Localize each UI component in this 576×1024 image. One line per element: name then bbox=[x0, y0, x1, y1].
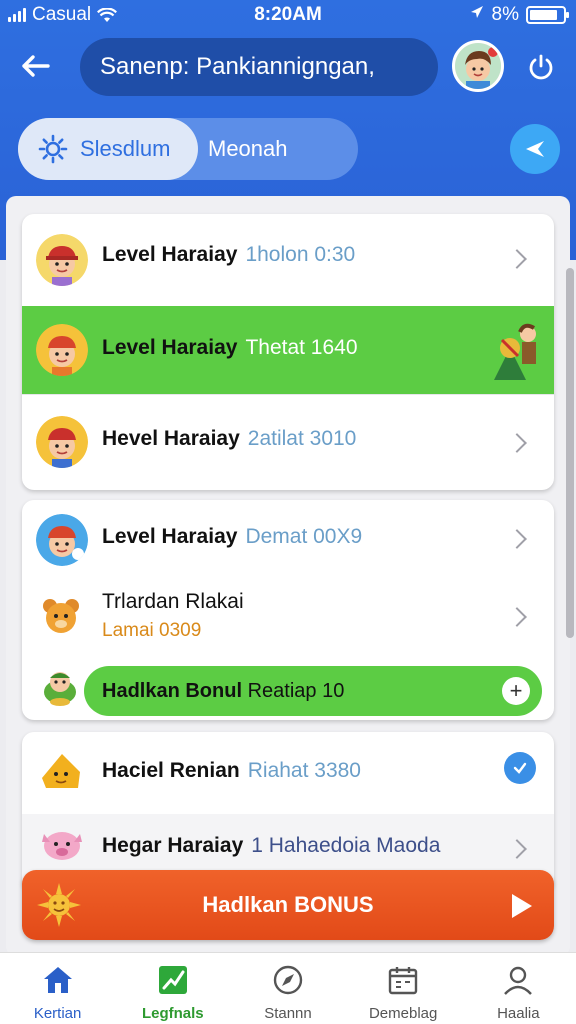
sun-gear-icon bbox=[38, 134, 68, 164]
power-button[interactable] bbox=[518, 44, 564, 90]
chevron-right-icon bbox=[507, 839, 527, 859]
level-card-3: Haciel Renian Riahat 3380 Hegar Haraiay 1 … bbox=[22, 732, 554, 892]
bonus-title: Hadlkan Bonul bbox=[102, 679, 243, 702]
profile-icon bbox=[501, 963, 535, 997]
nav-label: Demeblag bbox=[368, 1005, 438, 1022]
status-bar: Casual 8:20AM 8% bbox=[0, 0, 576, 30]
level-card-2: Level Haraiay Demat 00X9 Trlardan Rlakai … bbox=[22, 500, 554, 720]
search-text: Sanenp: Pankiannigngan, bbox=[100, 53, 375, 80]
battery-icon bbox=[526, 6, 569, 24]
turtle-icon bbox=[38, 666, 82, 710]
row-title: Hevel Haraiay bbox=[102, 427, 240, 450]
chevron-right-icon bbox=[507, 433, 527, 453]
list-item[interactable]: Hevel Haraiay 2atilat 3010 bbox=[22, 396, 554, 490]
row-title: Haciel Renian bbox=[102, 759, 240, 782]
nav-label: Stannn bbox=[264, 1005, 312, 1022]
search-field[interactable]: Sanenp: Pankiannigngan, bbox=[80, 38, 438, 96]
toggle-option-left[interactable]: Slesdlum bbox=[18, 118, 198, 180]
back-button[interactable] bbox=[14, 48, 56, 84]
power-icon bbox=[529, 54, 553, 80]
play-icon bbox=[512, 894, 532, 918]
mode-toggle[interactable]: Slesdlum Meonah bbox=[18, 118, 358, 180]
row-subtitle: 1 Hahaedoia Maoda bbox=[251, 834, 441, 857]
row-subtitle: Demat 00X9 bbox=[245, 525, 363, 548]
nav-item-calendar[interactable]: Demeblag bbox=[346, 953, 461, 1024]
row-subtitle: Thetat 1640 bbox=[245, 336, 358, 359]
kid-avatar-icon bbox=[455, 43, 501, 89]
toggle-left-label: Slesdlum bbox=[80, 136, 171, 161]
add-bonus-button[interactable]: + bbox=[502, 677, 530, 705]
bear-icon bbox=[38, 594, 84, 640]
row-title: Trlardan Rlakai bbox=[102, 590, 244, 613]
row-subtitle: Riahat 3380 bbox=[247, 759, 361, 782]
cheese-character-icon bbox=[38, 748, 84, 794]
bonus-claim-bar[interactable]: Hadlkan Bonul Reatiap 10 + bbox=[84, 666, 542, 716]
list-item[interactable]: Trlardan Rlakai Lamai 0309 bbox=[22, 576, 554, 658]
nav-label: Kertian bbox=[33, 1005, 82, 1022]
chevron-right-icon bbox=[507, 249, 527, 269]
send-icon bbox=[526, 141, 544, 157]
trophy-character-icon bbox=[488, 318, 544, 382]
plus-icon: + bbox=[509, 678, 523, 703]
nav-label: Legfnals bbox=[141, 1005, 204, 1022]
nav-item-chart[interactable]: Legfnals bbox=[115, 953, 230, 1024]
nav-item-profile[interactable]: Haalia bbox=[461, 953, 576, 1024]
list-item[interactable]: Haciel Renian Riahat 3380 bbox=[22, 732, 554, 812]
chevron-right-icon bbox=[507, 529, 527, 549]
level-card-1: Level Haraiay 1holon 0:30 Level Haraiay Th… bbox=[22, 214, 554, 490]
row-subtitle: 2atilat 3010 bbox=[247, 427, 357, 450]
scrollbar[interactable] bbox=[566, 268, 574, 638]
chart-icon bbox=[156, 963, 190, 997]
row-title: Hegar Haraiay bbox=[102, 834, 244, 857]
bonus-button-label: Hadlkan BONUS bbox=[202, 892, 374, 917]
kid-avatar-icon bbox=[36, 416, 88, 468]
list-item-highlighted[interactable]: Level Haraiay Thetat 1640 bbox=[22, 306, 554, 394]
user-avatar[interactable] bbox=[452, 40, 504, 92]
send-button[interactable] bbox=[510, 124, 560, 174]
location-icon bbox=[469, 4, 485, 26]
pig-icon bbox=[36, 824, 86, 864]
row-title: Level Haraiay bbox=[102, 243, 238, 266]
toggle-right-label: Meonah bbox=[208, 136, 288, 161]
compass-icon bbox=[271, 963, 305, 997]
list-item[interactable]: Level Haraiay 1holon 0:30 bbox=[22, 214, 554, 306]
battery-percent: 8% bbox=[491, 4, 519, 25]
kid-avatar-icon bbox=[36, 324, 88, 376]
back-arrow-icon bbox=[22, 55, 50, 77]
row-title: Level Haraiay bbox=[102, 525, 238, 548]
row-subtitle: 1holon 0:30 bbox=[245, 243, 356, 266]
bonus-button[interactable]: Hadlkan BONUS bbox=[22, 870, 554, 940]
nav-label: Haalia bbox=[497, 1005, 540, 1022]
toggle-option-right[interactable]: Meonah bbox=[208, 118, 288, 180]
kid-avatar-icon bbox=[36, 234, 88, 286]
bottom-navigation: Kertian Legfnals Stannn Demeblag Haalia bbox=[0, 952, 576, 1024]
divider bbox=[22, 394, 554, 395]
kid-avatar-icon bbox=[36, 514, 88, 566]
row-title: Level Haraiay bbox=[102, 336, 238, 359]
check-badge-icon bbox=[504, 752, 536, 784]
list-item[interactable]: Level Haraiay Demat 00X9 bbox=[22, 500, 554, 576]
calendar-icon bbox=[386, 963, 420, 997]
nav-item-compass[interactable]: Stannn bbox=[230, 953, 345, 1024]
nav-item-home[interactable]: Kertian bbox=[0, 953, 115, 1024]
bonus-subtitle: Reatiap 10 bbox=[247, 679, 345, 702]
chevron-right-icon bbox=[507, 607, 527, 627]
row-subtitle: Lamai 0309 bbox=[102, 620, 202, 641]
home-icon bbox=[41, 963, 75, 997]
